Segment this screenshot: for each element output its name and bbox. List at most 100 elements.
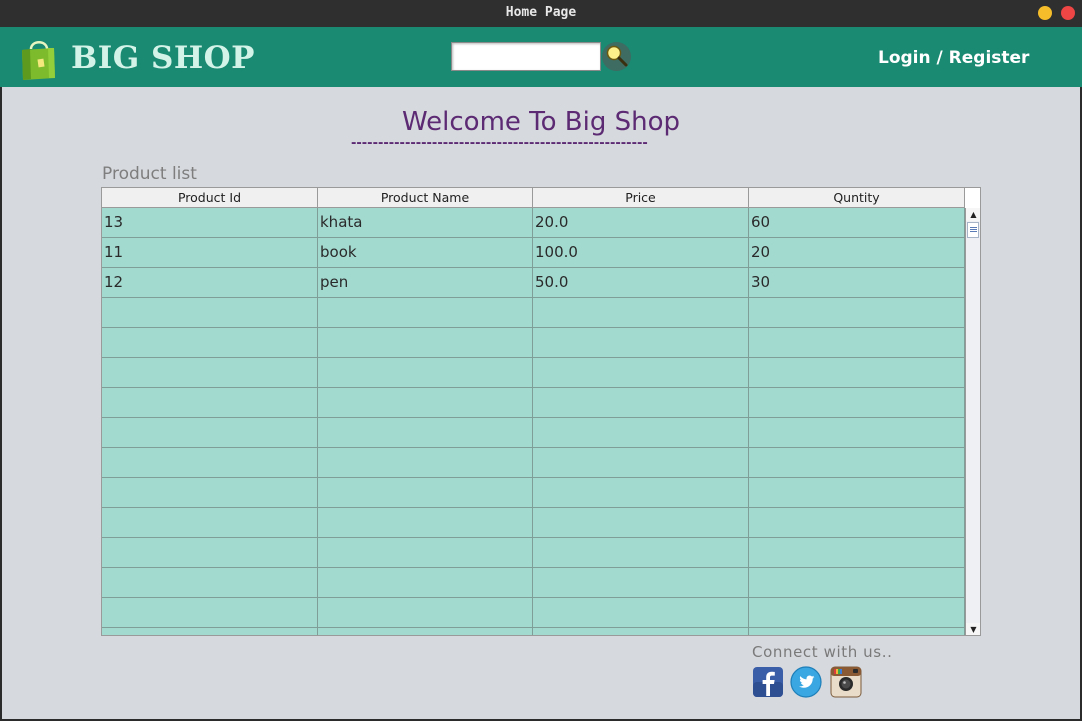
table-cell[interactable] [533, 448, 749, 477]
table-cell[interactable] [318, 298, 533, 327]
table-row[interactable] [102, 328, 965, 358]
window-title: Home Page [505, 5, 577, 20]
table-row[interactable] [102, 628, 965, 635]
table-cell[interactable] [318, 538, 533, 567]
table-cell[interactable]: pen [318, 268, 533, 297]
table-cell[interactable] [102, 388, 318, 417]
connect-text: Connect with us.. [752, 643, 893, 661]
table-cell[interactable] [318, 598, 533, 627]
search-button[interactable] [602, 42, 631, 71]
table-cell[interactable] [102, 568, 318, 597]
table-cell[interactable] [102, 328, 318, 357]
table-cell[interactable]: 13 [102, 208, 318, 237]
table-cell[interactable] [318, 478, 533, 507]
table-row[interactable]: 11 book 100.0 20 [102, 238, 965, 268]
table-cell[interactable]: 60 [749, 208, 965, 237]
column-header-quantity[interactable]: Quntity [749, 188, 965, 207]
product-list-title: Product list [102, 164, 197, 184]
table-cell[interactable] [749, 628, 965, 635]
minimize-button[interactable] [1038, 6, 1052, 20]
table-row[interactable]: 13 khata 20.0 60 [102, 208, 965, 238]
table-row[interactable] [102, 478, 965, 508]
instagram-icon[interactable] [830, 666, 862, 698]
table-cell[interactable]: 11 [102, 238, 318, 267]
table-cell[interactable] [749, 568, 965, 597]
table-cell[interactable] [318, 358, 533, 387]
table-cell[interactable] [533, 298, 749, 327]
table-row[interactable] [102, 448, 965, 478]
table-row[interactable] [102, 298, 965, 328]
table-cell[interactable] [533, 568, 749, 597]
table-cell[interactable] [318, 328, 533, 357]
brand-title: BIG SHOP [71, 40, 255, 76]
table-cell[interactable] [102, 628, 318, 635]
table-cell[interactable] [533, 388, 749, 417]
table-cell[interactable] [533, 358, 749, 387]
search-input[interactable] [451, 42, 601, 71]
table-row[interactable] [102, 598, 965, 628]
twitter-icon[interactable] [790, 666, 822, 698]
table-cell[interactable] [749, 358, 965, 387]
table-row[interactable] [102, 388, 965, 418]
table-cell[interactable] [318, 388, 533, 417]
product-table: Product Id Product Name Price Quntity 13… [101, 187, 981, 636]
scroll-down-arrow-icon[interactable]: ▼ [966, 623, 980, 635]
column-header-product-id[interactable]: Product Id [102, 188, 318, 207]
table-row[interactable] [102, 418, 965, 448]
table-cell[interactable] [749, 388, 965, 417]
table-cell[interactable] [318, 568, 533, 597]
table-cell[interactable]: book [318, 238, 533, 267]
close-button[interactable] [1061, 6, 1075, 20]
table-row[interactable] [102, 538, 965, 568]
table-cell[interactable] [533, 598, 749, 627]
table-row[interactable] [102, 568, 965, 598]
column-header-price[interactable]: Price [533, 188, 749, 207]
table-cell[interactable] [102, 358, 318, 387]
table-cell[interactable] [533, 628, 749, 635]
table-cell[interactable]: 100.0 [533, 238, 749, 267]
table-cell[interactable] [749, 298, 965, 327]
table-cell[interactable]: 12 [102, 268, 318, 297]
table-cell[interactable]: 50.0 [533, 268, 749, 297]
scrollbar-thumb[interactable] [967, 222, 979, 238]
column-header-product-name[interactable]: Product Name [318, 188, 533, 207]
login-register-link[interactable]: Login / Register [878, 48, 1029, 68]
table-row[interactable] [102, 508, 965, 538]
facebook-icon[interactable] [752, 666, 784, 698]
table-cell[interactable] [533, 418, 749, 447]
table-cell[interactable]: 20.0 [533, 208, 749, 237]
table-cell[interactable] [318, 448, 533, 477]
table-cell[interactable] [318, 628, 533, 635]
table-row[interactable] [102, 358, 965, 388]
table-cell[interactable] [102, 508, 318, 537]
table-cell[interactable] [533, 328, 749, 357]
table-cell[interactable] [749, 448, 965, 477]
table-cell[interactable]: 30 [749, 268, 965, 297]
app-header: BIG SHOP Login / Register [0, 27, 1082, 87]
search-icon [606, 45, 628, 67]
table-body: 13 khata 20.0 60 11 book 100.0 20 12 pen 50.0 30 [102, 208, 965, 635]
table-cell[interactable]: 20 [749, 238, 965, 267]
table-cell[interactable] [749, 508, 965, 537]
table-cell[interactable] [749, 418, 965, 447]
table-row[interactable]: 12 pen 50.0 30 [102, 268, 965, 298]
welcome-underline: ----------------------------------------… [351, 136, 648, 151]
table-scrollbar[interactable]: ▲ ▼ [965, 208, 980, 635]
table-cell[interactable] [102, 478, 318, 507]
table-cell[interactable] [749, 478, 965, 507]
table-cell[interactable] [318, 418, 533, 447]
table-cell[interactable] [102, 598, 318, 627]
table-cell[interactable] [533, 508, 749, 537]
table-cell[interactable] [102, 538, 318, 567]
table-cell[interactable] [749, 538, 965, 567]
table-cell[interactable]: khata [318, 208, 533, 237]
table-cell[interactable] [749, 598, 965, 627]
table-cell[interactable] [533, 538, 749, 567]
table-cell[interactable] [102, 448, 318, 477]
scroll-up-arrow-icon[interactable]: ▲ [966, 208, 980, 221]
table-cell[interactable] [533, 478, 749, 507]
table-cell[interactable] [102, 418, 318, 447]
table-cell[interactable] [749, 328, 965, 357]
table-cell[interactable] [318, 508, 533, 537]
table-cell[interactable] [102, 298, 318, 327]
